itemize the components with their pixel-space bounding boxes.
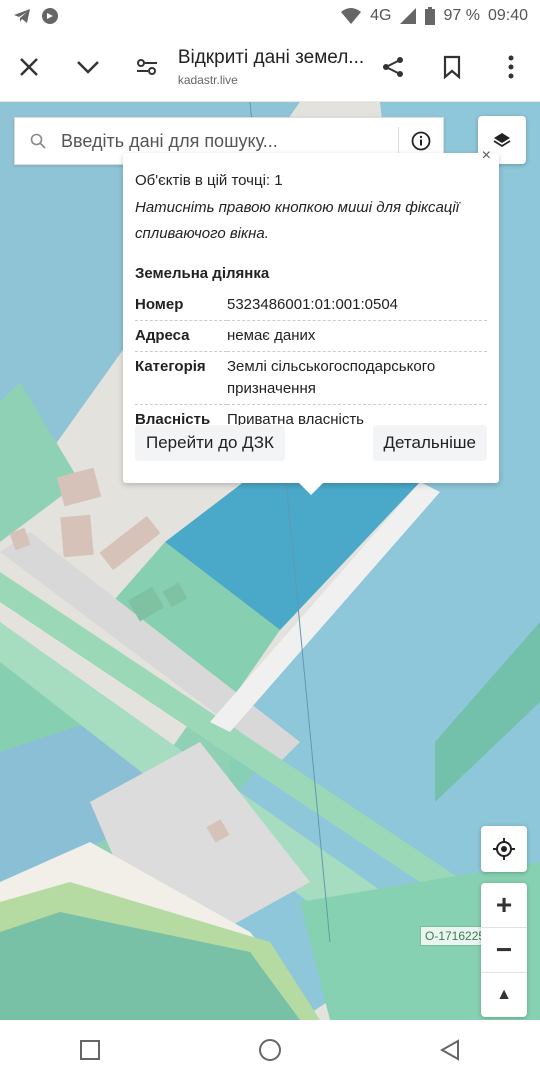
triangle-back-icon xyxy=(440,1039,459,1061)
details-button[interactable]: Детальніше xyxy=(372,425,487,461)
battery-icon xyxy=(425,7,436,25)
row-key: Категорія xyxy=(135,351,227,405)
app-screen: 4G 97 % 09:40 Відкриті дані земел... kad… xyxy=(0,0,540,1080)
row-key: Номер xyxy=(135,290,227,321)
status-left xyxy=(12,6,60,26)
close-button[interactable] xyxy=(0,32,59,102)
zoom-out-button[interactable]: − xyxy=(481,928,527,973)
popup-close-icon[interactable]: × xyxy=(482,147,491,165)
page-url: kadastr.live xyxy=(177,72,238,87)
collapse-button[interactable] xyxy=(59,32,118,102)
row-value: немає даних xyxy=(227,320,487,352)
network-type: 4G xyxy=(370,7,392,24)
close-icon xyxy=(20,57,39,76)
search-input[interactable] xyxy=(61,130,398,152)
back-button[interactable] xyxy=(420,1020,480,1080)
system-nav-bar xyxy=(0,1020,540,1080)
parcel-popup: × Об'єктів в цій точці: 1 Натисніть прав… xyxy=(123,147,499,495)
compass-button[interactable]: ▲ xyxy=(481,973,527,1017)
page-title-area: Відкриті дані земел... kadastr.live xyxy=(176,47,364,87)
circle-icon xyxy=(259,1039,281,1061)
page-title: Відкриті дані земел... xyxy=(177,46,365,68)
status-bar: 4G 97 % 09:40 xyxy=(0,0,540,32)
more-vert-icon xyxy=(508,55,514,78)
locate-icon xyxy=(493,838,515,860)
row-key: Адреса xyxy=(135,320,227,352)
zoom-controls: + − ▲ xyxy=(481,883,527,1017)
info-button[interactable] xyxy=(399,131,443,151)
row-value: 5323486001:01:001:0504 xyxy=(227,290,487,321)
tune-icon xyxy=(136,58,157,75)
recents-button[interactable] xyxy=(60,1020,120,1080)
table-row: Категорія Землі сільськогосподарського п… xyxy=(135,351,487,405)
square-icon xyxy=(80,1040,100,1060)
bookmark-icon xyxy=(443,55,461,79)
table-row: Адреса немає даних xyxy=(135,320,487,352)
battery-level: 97 % xyxy=(443,7,480,24)
share-icon xyxy=(383,56,404,77)
chevron-down-icon xyxy=(77,60,99,74)
signal-icon xyxy=(400,8,417,24)
parcel-info-table: Номер 5323486001:01:001:0504 Адреса нема… xyxy=(135,290,487,435)
clock: 09:40 xyxy=(487,7,528,24)
bookmark-button[interactable] xyxy=(423,32,482,102)
wifi-icon xyxy=(341,8,362,24)
map-feature-label: O-1716225 xyxy=(420,926,491,946)
share-button[interactable] xyxy=(364,32,423,102)
popup-actions: Перейти до ДЗК Детальніше xyxy=(135,425,487,461)
more-menu-button[interactable] xyxy=(481,32,540,102)
status-right: 4G 97 % 09:40 xyxy=(340,7,528,25)
objects-count: Об'єктів в цій точці: 1 xyxy=(135,172,283,189)
pin-hint: Натисніть правою кнопкою миші для фіксац… xyxy=(135,199,460,242)
browser-toolbar: Відкриті дані земел... kadastr.live xyxy=(0,32,540,102)
telegram-icon xyxy=(14,9,30,23)
locate-button[interactable] xyxy=(481,826,527,872)
table-row: Номер 5323486001:01:001:0504 xyxy=(135,290,487,321)
search-icon xyxy=(30,133,46,149)
row-value: Землі сільськогосподарського призначення xyxy=(227,351,487,405)
chat-icon xyxy=(42,8,58,24)
section-title: Земельна ділянка xyxy=(135,265,270,282)
layers-icon xyxy=(493,133,511,148)
info-icon xyxy=(411,131,431,151)
site-settings-button[interactable] xyxy=(117,32,176,102)
home-button[interactable] xyxy=(240,1020,300,1080)
zoom-in-button[interactable]: + xyxy=(481,883,527,928)
go-to-dzk-button[interactable]: Перейти до ДЗК xyxy=(135,425,285,461)
search-button[interactable] xyxy=(15,133,61,149)
